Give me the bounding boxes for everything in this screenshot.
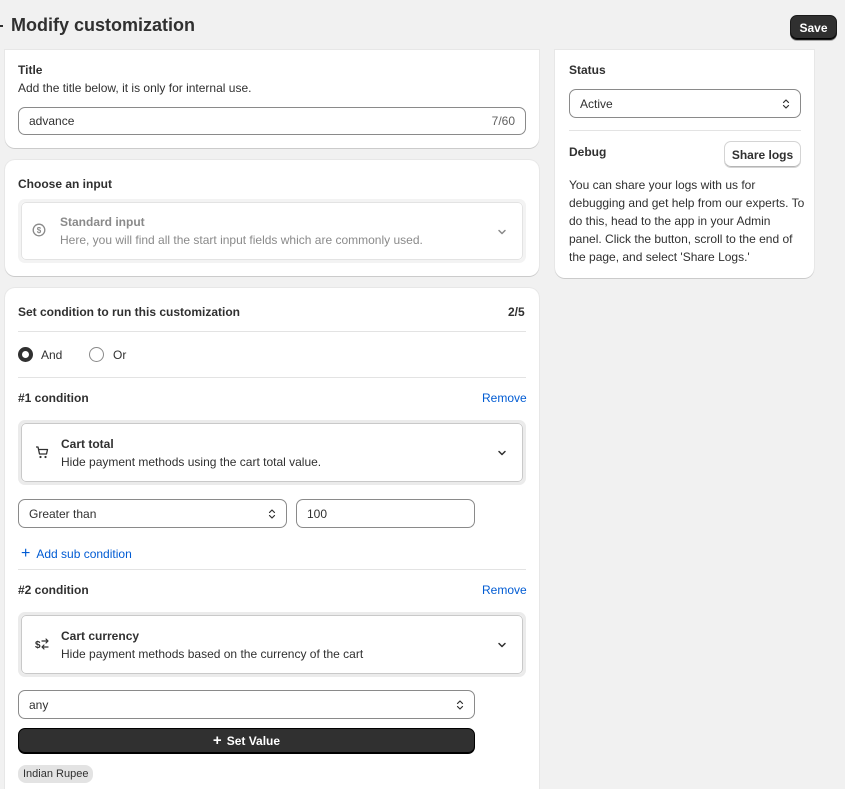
condition1-value: 100 — [307, 506, 328, 521]
set-value-button[interactable]: + Set Value — [18, 728, 475, 754]
back-arrow-icon[interactable] — [0, 25, 3, 27]
title-heading: Title — [18, 63, 43, 77]
title-input[interactable]: advance 7/60 — [18, 107, 526, 135]
condition1-label: #1 condition — [18, 391, 89, 405]
condition2-operator-select[interactable]: any — [18, 690, 475, 719]
title-input-value: advance — [29, 114, 75, 128]
standard-input-selector[interactable]: $ Standard input Here, you will find all… — [18, 199, 526, 263]
chevron-down-icon — [498, 642, 506, 648]
or-label[interactable]: Or — [113, 348, 126, 362]
chevron-down-icon — [498, 450, 506, 456]
condition2-label: #2 condition — [18, 583, 89, 597]
condition1-operator-select[interactable]: Greater than — [18, 499, 287, 528]
cart-total-selector[interactable]: Cart total Hide payment methods using th… — [18, 420, 526, 485]
currency-tag: Indian Rupee — [18, 765, 94, 783]
set-value-label: Set Value — [226, 734, 281, 748]
status-select[interactable]: Active — [569, 89, 801, 118]
standard-input-title: Standard input — [60, 215, 145, 229]
status-heading: Status — [569, 63, 606, 77]
page-title: Modify customization — [11, 15, 195, 35]
add-sub-condition-label: Add sub condition — [36, 547, 132, 561]
svg-text:$: $ — [37, 226, 42, 235]
condition1-value-input[interactable]: 100 — [296, 499, 475, 528]
chevron-down-icon — [498, 229, 506, 235]
cart-currency-selector[interactable]: $ Cart currency Hide payment methods bas… — [18, 612, 526, 677]
condition1-operator-value: Greater than — [29, 506, 97, 521]
and-radio[interactable] — [18, 347, 33, 362]
cart-currency-title: Cart currency — [61, 629, 140, 643]
currency-exchange-icon: $ — [35, 638, 49, 651]
share-logs-button[interactable]: Share logs — [724, 141, 801, 168]
select-arrows-icon — [782, 98, 790, 109]
status-value: Active — [580, 96, 613, 111]
dollar-circle-icon: $ — [32, 223, 46, 237]
cart-icon — [36, 446, 49, 459]
svg-text:$: $ — [35, 640, 41, 651]
cart-currency-desc: Hide payment methods based on the curren… — [61, 647, 364, 661]
or-radio[interactable] — [89, 347, 104, 362]
input-card: Choose an input $ Standard input Here, y… — [5, 160, 539, 276]
title-card: Title Add the title below, it is only fo… — [5, 50, 539, 148]
debug-heading: Debug — [569, 145, 607, 159]
condition2-remove-link[interactable]: Remove — [482, 583, 527, 597]
condition2-operator-value: any — [29, 697, 49, 712]
char-counter: 7/60 — [491, 114, 515, 128]
debug-description: You can share your logs with us for debu… — [569, 178, 805, 264]
side-card: Status Active Debug Share logs You can s… — [555, 50, 814, 278]
add-sub-condition-button[interactable]: + Add sub condition — [21, 545, 132, 562]
input-heading: Choose an input — [18, 177, 112, 191]
select-arrows-icon — [268, 508, 276, 519]
standard-input-desc: Here, you will find all the start input … — [60, 233, 423, 247]
and-label[interactable]: And — [41, 348, 62, 362]
conditions-heading: Set condition to run this customization — [18, 305, 240, 319]
conditions-card: Set condition to run this customization … — [5, 288, 539, 789]
conditions-count: 2/5 — [508, 305, 525, 319]
cart-total-desc: Hide payment methods using the cart tota… — [61, 455, 322, 469]
save-button[interactable]: Save — [790, 15, 837, 40]
plus-icon: + — [21, 545, 31, 562]
cart-total-title: Cart total — [61, 437, 114, 451]
select-arrows-icon — [456, 699, 464, 710]
condition1-remove-link[interactable]: Remove — [482, 391, 527, 405]
plus-icon: + — [212, 732, 222, 749]
title-help-text: Add the title below, it is only for inte… — [18, 81, 252, 95]
